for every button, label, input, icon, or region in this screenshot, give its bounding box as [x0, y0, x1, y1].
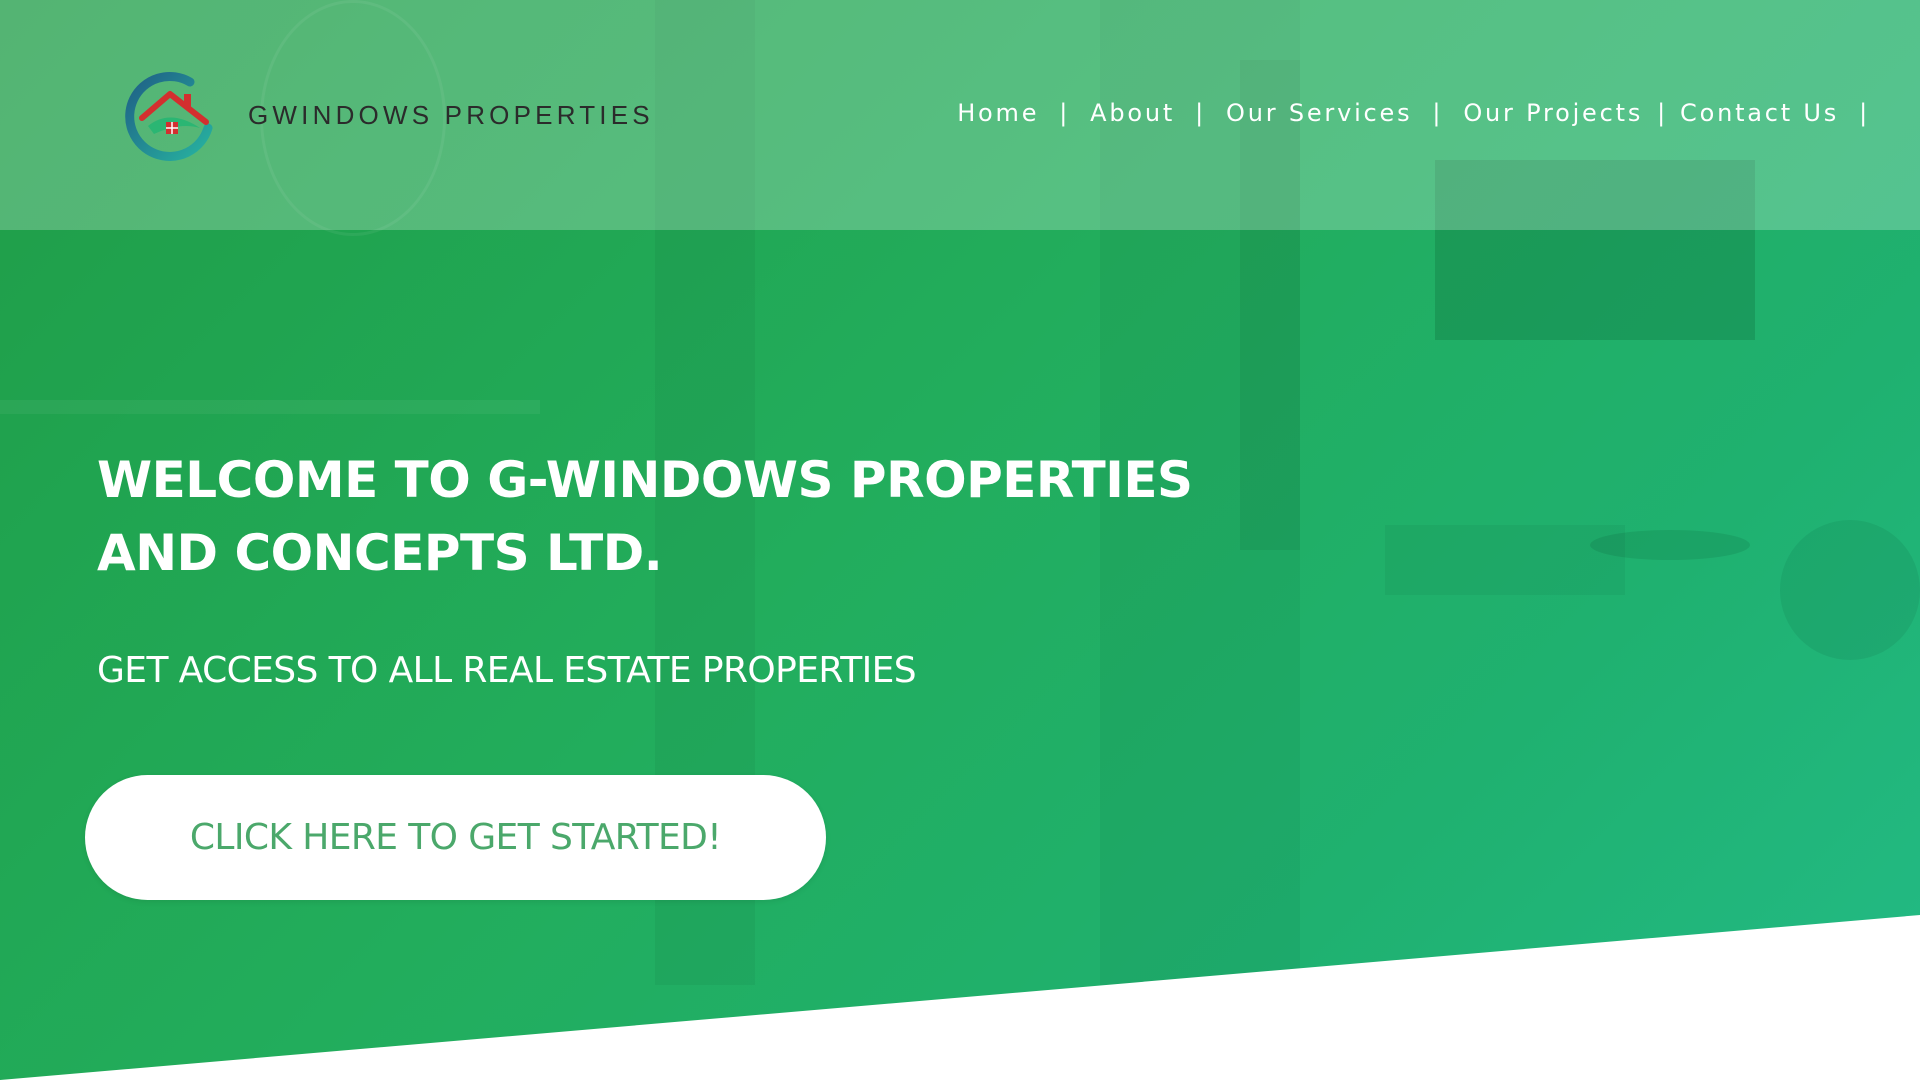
nav-separator: |	[1859, 99, 1870, 127]
nav-about[interactable]: About	[1090, 99, 1175, 127]
background-chair-shape	[1780, 520, 1920, 660]
get-started-button[interactable]: CLICK HERE TO GET STARTED!	[85, 775, 826, 900]
nav-home[interactable]: Home	[957, 99, 1039, 127]
main-nav: Home | About | Our Services | Our Projec…	[957, 99, 1890, 127]
brand-name[interactable]: GWINDOWS PROPERTIES	[248, 100, 654, 131]
hero-section: GWINDOWS PROPERTIES Home | About | Our S…	[0, 0, 1920, 1080]
nav-separator: |	[1657, 99, 1669, 127]
hero-headline-line2: AND CONCEPTS LTD.	[97, 524, 663, 582]
hero-headline-line1: WELCOME TO G-WINDOWS PROPERTIES	[97, 451, 1193, 509]
background-counter-line	[0, 400, 540, 414]
hero-headline: WELCOME TO G-WINDOWS PROPERTIES AND CONC…	[97, 444, 1217, 590]
nav-contact-us[interactable]: Contact Us	[1680, 99, 1839, 127]
background-table-shape	[1590, 530, 1750, 560]
site-header: GWINDOWS PROPERTIES Home | About | Our S…	[0, 0, 1920, 230]
hero-subtitle: GET ACCESS TO ALL REAL ESTATE PROPERTIES	[97, 650, 917, 691]
nav-separator: |	[1195, 99, 1207, 127]
background-sofa-shape	[1385, 525, 1625, 595]
nav-our-projects[interactable]: Our Projects	[1463, 99, 1643, 127]
nav-separator: |	[1059, 99, 1071, 127]
nav-separator: |	[1432, 99, 1444, 127]
nav-our-services[interactable]: Our Services	[1226, 99, 1412, 127]
house-logo-icon[interactable]	[120, 68, 220, 164]
